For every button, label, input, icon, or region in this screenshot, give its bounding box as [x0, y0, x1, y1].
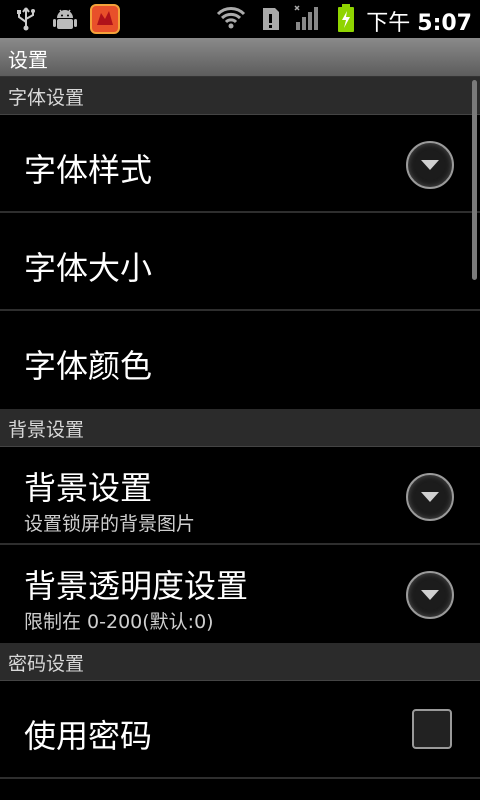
section-header-label: 字体设置: [8, 87, 85, 109]
page-title: 设置: [8, 48, 48, 72]
use-password-item[interactable]: 使用密码: [0, 681, 480, 779]
background-alpha-item[interactable]: 背景透明度设置 限制在 0-200(默认:0): [0, 545, 480, 643]
status-bar: 下午 5:07: [0, 0, 480, 38]
background-image-item[interactable]: 背景设置 设置锁屏的背景图片: [0, 447, 480, 545]
section-header-label: 密码设置: [8, 653, 85, 675]
battery-charging-icon: [338, 4, 354, 32]
signal-icon: [294, 5, 318, 30]
background-image-title: 背景设置: [24, 469, 153, 507]
background-alpha-dropdown-icon[interactable]: [406, 571, 454, 619]
clock-time: 5:07: [417, 11, 472, 36]
font-style-dropdown-icon[interactable]: [406, 141, 454, 189]
font-color-item[interactable]: 字体颜色: [0, 311, 480, 409]
font-color-title: 字体颜色: [24, 347, 153, 385]
use-password-checkbox[interactable]: [412, 709, 452, 749]
font-size-title: 字体大小: [24, 249, 153, 287]
usb-icon: [17, 7, 35, 31]
background-alpha-title: 背景透明度设置: [24, 567, 249, 605]
font-style-title: 字体样式: [24, 151, 153, 189]
section-header-label: 背景设置: [8, 419, 85, 441]
section-header-password: 密码设置: [0, 643, 480, 681]
clock-period: 下午: [366, 11, 411, 36]
scrollbar[interactable]: [472, 80, 477, 280]
preference-list[interactable]: 字体设置 字体样式 字体大小 字体颜色 背景设置 背景设置 设置锁屏的背景图片 …: [0, 77, 480, 779]
background-image-summary: 设置锁屏的背景图片: [24, 513, 196, 535]
use-password-title: 使用密码: [24, 717, 153, 755]
android-debug-icon: [53, 9, 77, 29]
background-image-dropdown-icon[interactable]: [406, 473, 454, 521]
title-bar: 设置: [0, 38, 480, 77]
font-size-item[interactable]: 字体大小: [0, 213, 480, 311]
sd-warning-icon: [263, 8, 279, 30]
font-style-item[interactable]: 字体样式: [0, 115, 480, 213]
section-header-background: 背景设置: [0, 409, 480, 447]
wifi-icon: [216, 7, 246, 29]
app-notification-icon: [90, 4, 120, 34]
section-header-font: 字体设置: [0, 77, 480, 115]
clock: 下午 5:07: [366, 5, 472, 37]
background-alpha-summary: 限制在 0-200(默认:0): [24, 611, 214, 633]
